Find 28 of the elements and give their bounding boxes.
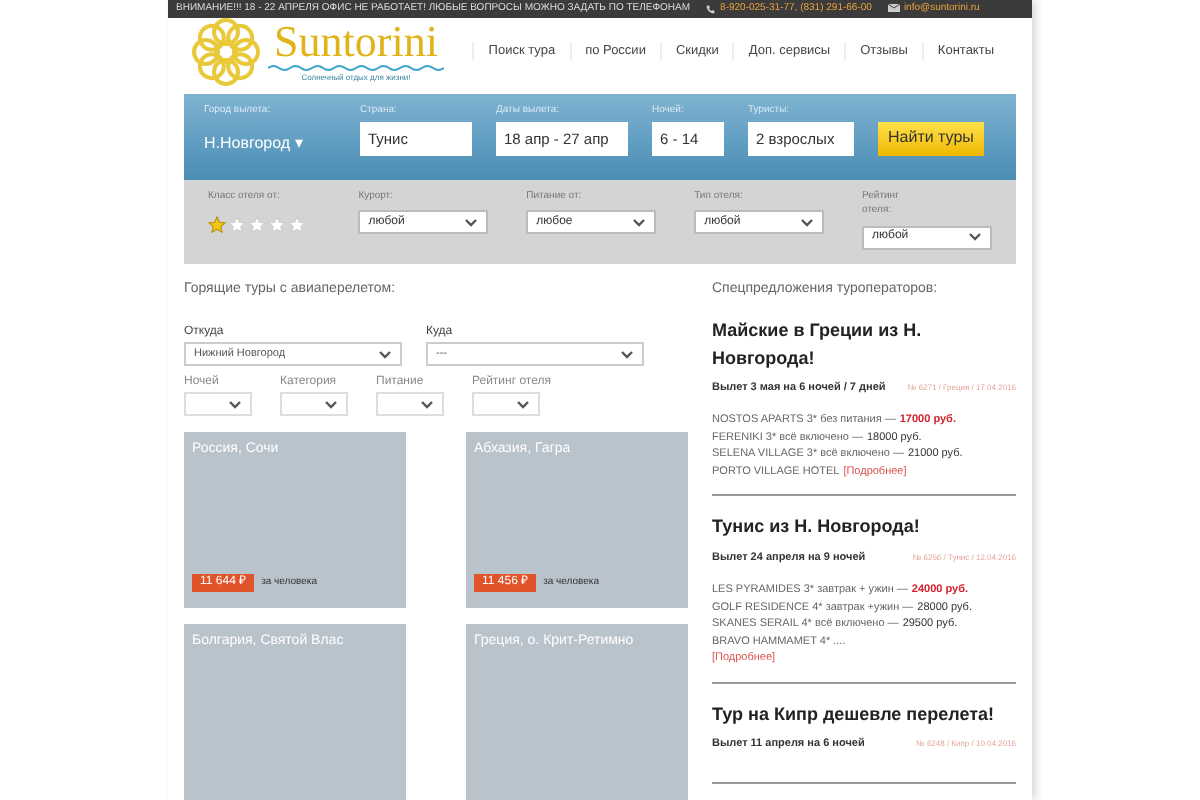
chevron-down-icon bbox=[420, 399, 434, 409]
star-rating[interactable] bbox=[208, 216, 306, 234]
chevron-down-icon bbox=[620, 349, 634, 359]
star-icon bbox=[228, 216, 246, 234]
chevron-down-icon bbox=[800, 217, 815, 227]
select-field[interactable] bbox=[376, 392, 444, 416]
chevron-down-icon bbox=[324, 399, 338, 409]
phone-icon bbox=[706, 3, 717, 14]
star-icon bbox=[248, 216, 266, 234]
chevron-down-icon bbox=[632, 217, 647, 227]
offer-heading[interactable]: Тунис из Н. Новгорода! bbox=[712, 514, 1016, 542]
select-field[interactable] bbox=[472, 392, 540, 416]
logo-text: Suntorini bbox=[274, 19, 438, 63]
star-icon bbox=[208, 216, 226, 234]
wave-icon bbox=[268, 63, 444, 71]
offer-heading[interactable]: Тур на Кипр дешевле перелета! bbox=[712, 701, 1016, 728]
chevron-down-icon bbox=[516, 399, 530, 409]
chevron-down-icon bbox=[464, 217, 479, 227]
chevron-down-icon bbox=[378, 349, 392, 359]
star-icon bbox=[268, 216, 286, 234]
flower-logo-icon bbox=[192, 17, 260, 85]
select-field[interactable] bbox=[280, 392, 348, 416]
star-icon bbox=[288, 216, 306, 234]
select-field[interactable] bbox=[184, 392, 252, 416]
chevron-down-icon bbox=[967, 232, 982, 242]
chevron-down-icon bbox=[228, 399, 242, 409]
find-tours-button[interactable]: Найти туры bbox=[878, 121, 984, 155]
offer-heading[interactable]: Майские в Греции из Н. Новгорода! bbox=[712, 318, 1016, 372]
